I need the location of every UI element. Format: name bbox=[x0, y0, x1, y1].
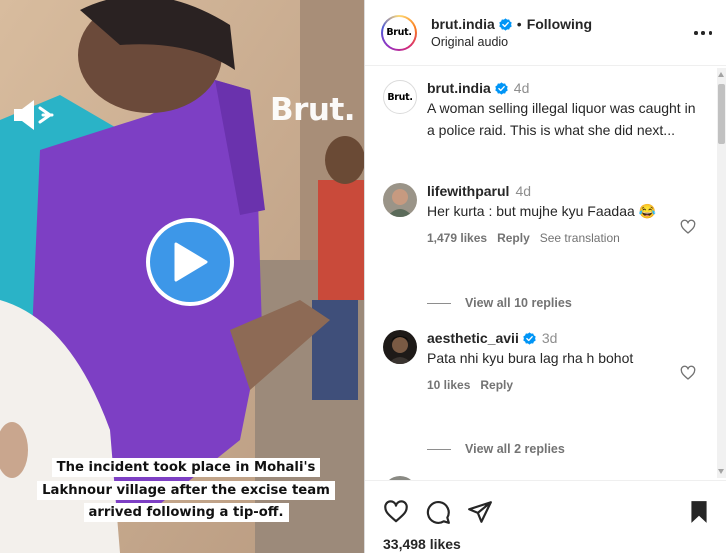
comment-item: aesthetic_avii 3d Pata nhi kyu bura lag … bbox=[383, 330, 697, 392]
replies-divider bbox=[427, 302, 451, 304]
comment-actions: 10 likes Reply bbox=[427, 378, 697, 392]
video-player[interactable]: Brut. The incident took place in Mohali'… bbox=[0, 0, 364, 553]
verified-badge-icon bbox=[523, 331, 536, 345]
volume-muted-icon[interactable] bbox=[12, 98, 62, 132]
comment-like-heart-icon[interactable] bbox=[680, 365, 696, 381]
comment-age: 3d bbox=[541, 330, 558, 346]
share-icon[interactable] bbox=[467, 499, 493, 525]
comment-username[interactable]: lifewithparul bbox=[427, 183, 509, 199]
comment-text: Her kurta : but mujhe kyu Faadaa 😂 bbox=[427, 203, 657, 219]
commenter-avatar[interactable] bbox=[383, 330, 417, 364]
avatar-logo-text: Brut. bbox=[387, 91, 413, 103]
comment-icon[interactable] bbox=[425, 499, 451, 525]
caption-avatar[interactable]: Brut. bbox=[383, 80, 417, 114]
comments-scrollbar[interactable] bbox=[717, 68, 726, 478]
avatar-logo-text: Brut. bbox=[386, 27, 412, 38]
post-footer: 33,498 likes bbox=[365, 480, 726, 553]
scroll-up-icon[interactable] bbox=[718, 72, 724, 77]
comment-age: 4d bbox=[515, 183, 532, 199]
comment-likes[interactable]: 10 likes bbox=[427, 378, 470, 392]
post-header: Brut. brut.india • Following Original au… bbox=[365, 0, 726, 66]
video-caption-line: arrived following a tip-off. bbox=[83, 503, 289, 522]
caption-username[interactable]: brut.india bbox=[427, 80, 491, 96]
reply-button[interactable]: Reply bbox=[497, 231, 530, 245]
view-replies-button[interactable]: View all 10 replies bbox=[427, 296, 572, 310]
comment-username[interactable]: aesthetic_avii bbox=[427, 330, 519, 346]
comment-name-line: aesthetic_avii 3d bbox=[427, 330, 697, 346]
scrollbar-thumb[interactable] bbox=[718, 84, 725, 144]
video-caption: The incident took place in Mohali's Lakh… bbox=[36, 457, 336, 525]
play-button[interactable] bbox=[146, 218, 234, 306]
comment-actions: 1,479 likes Reply See translation bbox=[427, 231, 697, 245]
view-replies-label: View all 2 replies bbox=[465, 442, 565, 456]
comment-name-line: lifewithparul 4d bbox=[427, 183, 697, 199]
header-username[interactable]: brut.india bbox=[431, 16, 495, 32]
caption-body: brut.india 4d A woman selling illegal li… bbox=[427, 80, 697, 141]
brand-watermark: Brut. bbox=[270, 92, 356, 128]
verified-badge-icon bbox=[499, 17, 512, 31]
post-side-panel: Brut. brut.india • Following Original au… bbox=[364, 0, 726, 553]
more-options-icon[interactable] bbox=[694, 24, 712, 42]
view-replies-label: View all 10 replies bbox=[465, 296, 572, 310]
video-caption-line: Lakhnour village after the excise team bbox=[37, 480, 335, 500]
heart-icon[interactable] bbox=[383, 499, 409, 525]
post-actions bbox=[383, 499, 712, 525]
post-caption: Brut. brut.india 4d A woman selling ille… bbox=[383, 80, 697, 141]
replies-divider bbox=[427, 448, 451, 450]
caption-name-line: brut.india 4d bbox=[427, 80, 697, 96]
post-likes-count[interactable]: 33,498 likes bbox=[383, 536, 461, 552]
see-translation-button[interactable]: See translation bbox=[540, 231, 620, 245]
view-replies-button[interactable]: View all 2 replies bbox=[427, 442, 565, 456]
reply-button[interactable]: Reply bbox=[480, 378, 513, 392]
verified-badge-icon bbox=[495, 81, 508, 95]
scroll-down-icon[interactable] bbox=[718, 469, 724, 474]
caption-text: A woman selling illegal liquor was caugh… bbox=[427, 100, 696, 138]
header-meta: brut.india • Following Original audio bbox=[431, 16, 592, 49]
play-icon bbox=[174, 242, 208, 282]
commenter-avatar[interactable] bbox=[383, 183, 417, 217]
following-button[interactable]: Following bbox=[527, 16, 592, 32]
account-avatar[interactable]: Brut. bbox=[381, 14, 417, 51]
comment-item: lifewithparul 4d Her kurta : but mujhe k… bbox=[383, 183, 697, 245]
header-title-line: brut.india • Following bbox=[431, 16, 592, 32]
caption-age: 4d bbox=[513, 80, 530, 96]
comment-like-heart-icon[interactable] bbox=[680, 219, 696, 235]
post-viewer: Brut. The incident took place in Mohali'… bbox=[0, 0, 726, 553]
avatar-inner: Brut. bbox=[383, 16, 415, 49]
comment-text: Pata nhi kyu bura lag rha h bohot bbox=[427, 350, 634, 366]
bookmark-icon[interactable] bbox=[686, 499, 712, 525]
comment-body: aesthetic_avii 3d Pata nhi kyu bura lag … bbox=[427, 330, 697, 392]
comment-body: lifewithparul 4d Her kurta : but mujhe k… bbox=[427, 183, 697, 245]
comment-likes[interactable]: 1,479 likes bbox=[427, 231, 487, 245]
audio-label[interactable]: Original audio bbox=[431, 35, 592, 49]
comments-list[interactable]: Brut. brut.india 4d A woman selling ille… bbox=[365, 66, 716, 480]
video-caption-line: The incident took place in Mohali's bbox=[51, 458, 321, 477]
header-separator: • bbox=[516, 16, 522, 32]
